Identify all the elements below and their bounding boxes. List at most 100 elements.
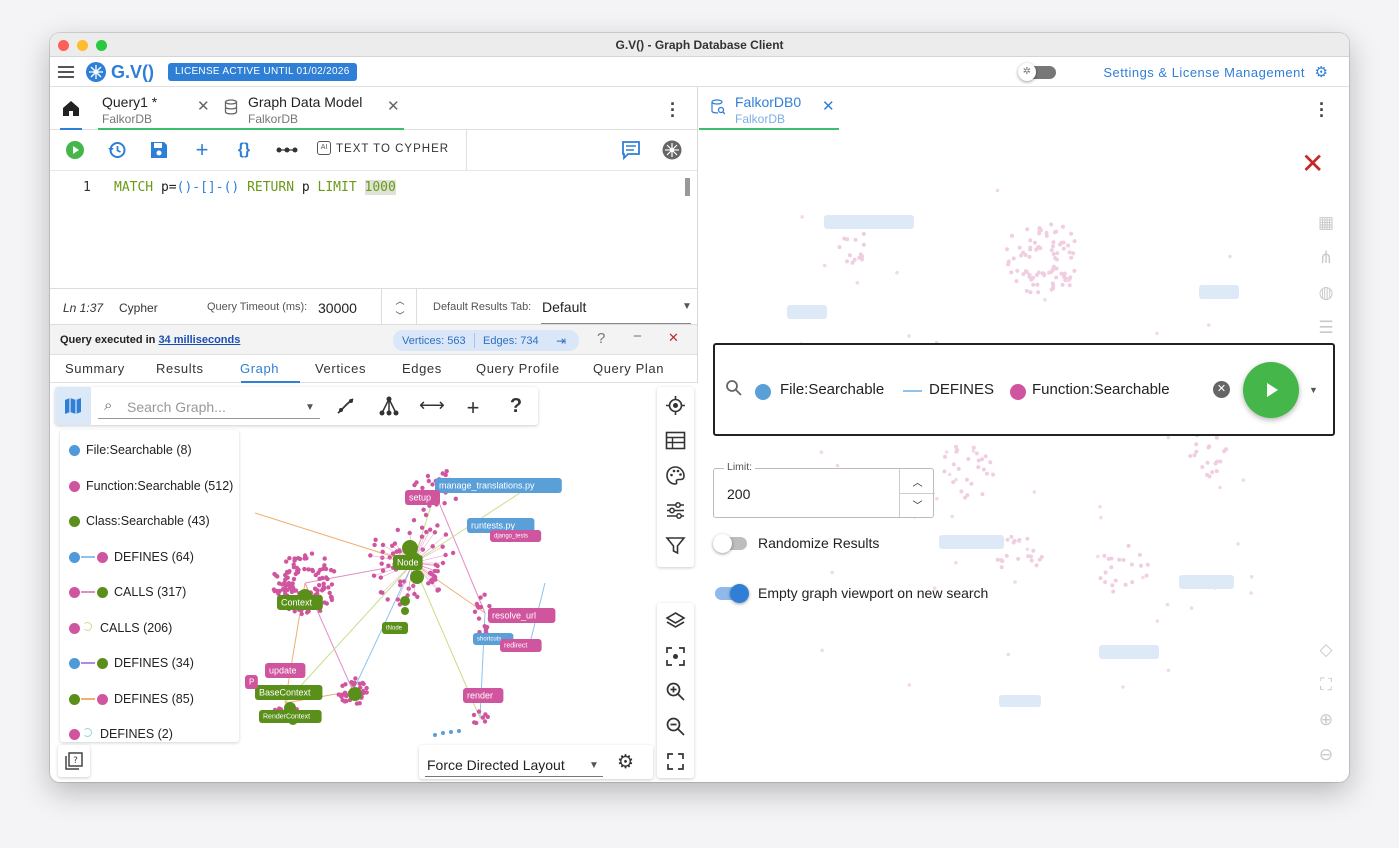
comment-icon[interactable]	[621, 140, 641, 161]
tab-vertices[interactable]: Vertices	[315, 361, 366, 376]
close-icon[interactable]: ✕	[822, 97, 835, 115]
fit-screen-icon[interactable]	[665, 646, 686, 667]
graph-node	[277, 581, 282, 586]
gear-icon[interactable]: ⚙	[1315, 63, 1328, 81]
format-json-icon[interactable]: {}	[234, 140, 254, 160]
settings-link[interactable]: Settings & License Management	[1103, 65, 1305, 80]
add-icon[interactable]: +	[192, 139, 212, 161]
tab-query1[interactable]: Query1 * FalkorDB ✕	[98, 87, 214, 130]
graph-node	[471, 712, 477, 718]
faded-label	[1179, 575, 1234, 589]
empty-viewport-toggle[interactable]	[715, 584, 749, 603]
tab-summary[interactable]: Summary	[65, 361, 125, 376]
close-icon[interactable]: ✕	[387, 97, 400, 115]
more-vert-icon[interactable]: · · ·	[670, 95, 676, 125]
graph-canvas[interactable]: manage_translations.py setup runtests.py dj…	[50, 383, 698, 782]
edge-arrows-icon[interactable]: ⟷	[419, 395, 445, 416]
query-code[interactable]: MATCH p=()-[]-() RETURN p LIMIT 1000	[114, 180, 396, 195]
more-vert-icon[interactable]: · · ·	[1319, 95, 1325, 125]
faded-node	[966, 457, 971, 461]
chevron-down-icon[interactable]: ﹀	[900, 497, 935, 512]
tab-edges[interactable]: Edges	[402, 361, 442, 376]
map-icon[interactable]	[55, 387, 91, 425]
faded-node	[1194, 442, 1199, 447]
tab-query-profile[interactable]: Query Profile	[476, 361, 560, 376]
graph-network-icon[interactable]	[662, 140, 682, 160]
faded-node	[1207, 444, 1212, 449]
locate-icon[interactable]	[665, 395, 686, 416]
limit-field[interactable]: Limit: 200 ︿ ﹀	[713, 461, 935, 518]
graph-node	[428, 527, 433, 532]
tab-graph[interactable]: Graph	[240, 361, 279, 376]
tune-icon[interactable]	[665, 500, 686, 521]
legend-color-dot	[69, 622, 80, 634]
zoom-out-icon[interactable]	[665, 716, 686, 737]
fullscreen-icon[interactable]	[665, 751, 686, 772]
dropdown-arrow-icon[interactable]: ▼	[305, 402, 315, 413]
table-icon[interactable]	[665, 430, 686, 451]
minimize-icon[interactable]: −	[633, 328, 642, 345]
gear-icon[interactable]: ⚙	[617, 751, 634, 774]
tab-graph-data-model[interactable]: Graph Data Model FalkorDB ✕	[214, 87, 404, 130]
limit-value[interactable]: 200	[727, 486, 750, 502]
clear-icon[interactable]: ✕	[1213, 381, 1230, 398]
run-query-button[interactable]	[65, 140, 85, 160]
save-icon[interactable]	[149, 140, 169, 160]
graph-help-button[interactable]: ?	[58, 745, 90, 777]
close-icon[interactable]: ✕	[197, 97, 210, 115]
faded-node	[1037, 231, 1042, 236]
graph-node	[364, 690, 369, 695]
theme-toggle[interactable]: ✲	[1018, 63, 1056, 81]
tab-query-plan[interactable]: Query Plan	[593, 361, 664, 376]
editor-scrollbar[interactable]	[685, 178, 690, 196]
zoom-in-icon[interactable]	[665, 681, 686, 702]
faded-node	[1111, 589, 1116, 594]
dropdown-arrow-icon[interactable]: ▼	[682, 301, 692, 312]
faded-node	[935, 496, 939, 501]
graph-visualization[interactable]: manage_translations.pysetup runtests.py dj…	[245, 443, 595, 743]
clear-close-icon[interactable]: ✕	[1301, 147, 1324, 180]
tab-title[interactable]: FalkorDB0	[735, 94, 801, 110]
palette-icon[interactable]	[665, 465, 686, 486]
graph-search-builder[interactable]: File:Searchable DEFINES Function:Searcha…	[713, 343, 1335, 436]
graph-side-tools	[657, 387, 694, 567]
chevron-up-icon[interactable]: ︿	[900, 474, 935, 489]
filter-icon[interactable]	[665, 535, 686, 556]
faded-node	[1049, 270, 1054, 274]
more-horiz-icon[interactable]	[276, 140, 298, 160]
randomize-toggle[interactable]	[713, 534, 747, 553]
chevron-up-icon[interactable]: ︿	[382, 294, 418, 307]
exec-time-link[interactable]: 34 milliseconds	[158, 334, 240, 346]
faded-node	[964, 477, 969, 482]
legend-color-dot	[69, 587, 80, 598]
run-search-button[interactable]	[1243, 362, 1299, 418]
close-icon[interactable]: ✕	[668, 330, 679, 346]
path-icon[interactable]	[334, 395, 358, 422]
layout-select[interactable]: Force Directed Layout ▼ ⚙	[419, 745, 653, 779]
text-to-cypher-button[interactable]: TEXT TO CYPHER	[336, 143, 449, 155]
dropdown-arrow-icon[interactable]: ▼	[589, 760, 599, 771]
faded-node	[820, 648, 824, 653]
code-editor[interactable]: 1 MATCH p=()-[]-() RETURN p LIMIT 1000	[50, 171, 697, 288]
graph-node	[302, 566, 307, 572]
dropdown-arrow-icon[interactable]: ▼	[1309, 385, 1318, 395]
add-icon[interactable]: +	[461, 395, 485, 421]
history-icon[interactable]	[107, 140, 127, 160]
home-icon[interactable]	[60, 97, 82, 119]
layers-icon[interactable]	[665, 611, 686, 632]
default-tab-select[interactable]: Default	[542, 299, 586, 315]
menu-icon[interactable]	[58, 66, 74, 78]
graph-search-input[interactable]: ⌕ Search Graph... ▼	[98, 395, 320, 419]
timeout-input[interactable]: 30000	[318, 300, 357, 316]
timeout-stepper[interactable]: ︿ ﹀	[381, 289, 417, 326]
graph-node-label: shortcuts	[477, 637, 501, 643]
help-icon[interactable]: ?	[597, 330, 605, 347]
tree-icon[interactable]	[377, 395, 401, 422]
faded-node	[1205, 460, 1210, 465]
tab-results[interactable]: Results	[156, 361, 204, 376]
chevron-down-icon[interactable]: ﹀	[382, 309, 418, 322]
limit-stepper[interactable]: ︿ ﹀	[899, 469, 935, 517]
faded-node	[1069, 255, 1074, 260]
export-icon[interactable]: ⇥	[556, 334, 566, 348]
help-icon[interactable]: ?	[504, 395, 528, 418]
